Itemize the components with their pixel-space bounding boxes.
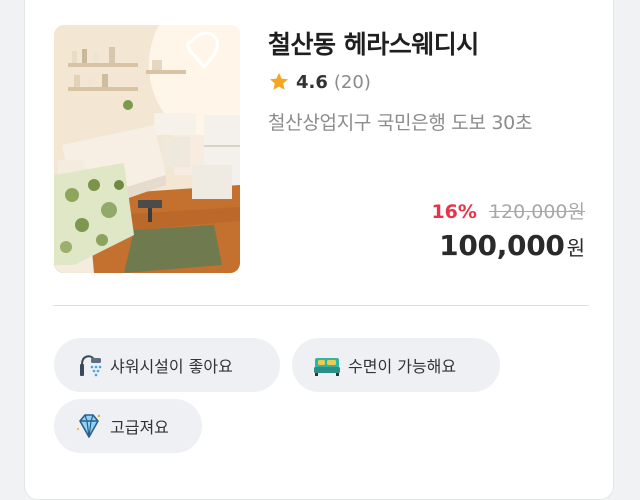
tag-label: 고급져요: [110, 418, 169, 437]
tag-label: 샤워시설이 좋아요: [110, 357, 233, 376]
discount-row: 16% 120,000원: [431, 197, 585, 224]
tag-sleep[interactable]: 수면이 가능해요: [292, 338, 500, 392]
location-text: 철산상업지구 국민은행 도보 30초: [268, 112, 533, 134]
rating: 4.6 (20): [268, 71, 371, 93]
massage-room-photo[interactable]: [54, 25, 240, 273]
tag-shower[interactable]: 샤워시설이 좋아요: [54, 338, 280, 392]
tag-luxury[interactable]: 고급져요: [54, 399, 202, 453]
rating-score: 4.6: [296, 71, 328, 93]
shower-icon: [80, 355, 102, 377]
review-count: (20): [333, 71, 371, 93]
tag-label: 수면이 가능해요: [348, 357, 457, 376]
listing-card[interactable]: 철산동 헤라스웨디시 4.6 (20) 철산상업지구 국민은행 도보 30초 1…: [24, 0, 614, 500]
discount-rate: 16%: [431, 201, 477, 223]
divider: [53, 305, 589, 306]
sale-price: 100,000: [439, 229, 565, 262]
bed-icon: [314, 358, 340, 376]
star-icon: [270, 72, 288, 90]
original-price: 120,000원: [488, 201, 585, 223]
currency-unit: 원: [566, 236, 585, 260]
shop-title[interactable]: 철산동 헤라스웨디시: [268, 25, 479, 61]
price-row: 100,000 원: [439, 229, 585, 262]
diamond-icon: [77, 414, 101, 438]
